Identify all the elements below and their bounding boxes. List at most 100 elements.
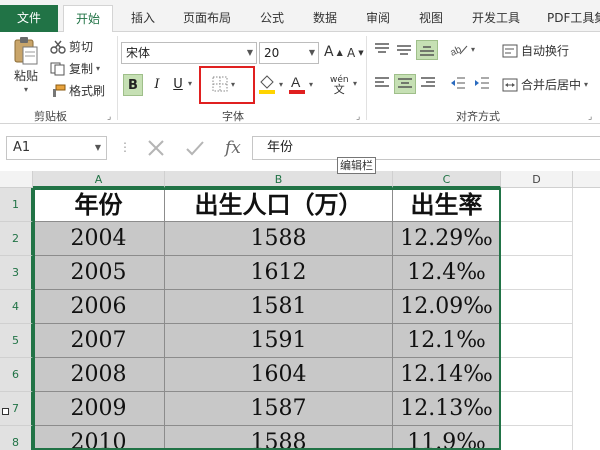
cell-c1[interactable]: 出生率	[393, 188, 501, 222]
fill-color-button[interactable]: ▾	[258, 74, 283, 94]
column-header-e[interactable]	[573, 171, 600, 188]
paste-button[interactable]: 粘贴 ▾	[12, 36, 40, 94]
table-cell[interactable]: 1591	[165, 324, 393, 358]
tab-home[interactable]: 开始	[63, 5, 113, 33]
checkmark-icon[interactable]	[185, 139, 205, 157]
table-cell[interactable]: 1604	[165, 358, 393, 392]
empty-cell[interactable]	[501, 392, 573, 426]
empty-cell[interactable]	[501, 358, 573, 392]
table-cell[interactable]: 12.09‰	[393, 290, 501, 324]
align-right-button[interactable]	[420, 76, 436, 90]
table-cell[interactable]: 12.1‰	[393, 324, 501, 358]
cell-a1[interactable]: 年份	[33, 188, 165, 222]
increase-indent-button[interactable]	[474, 76, 490, 90]
empty-cell[interactable]	[501, 290, 573, 324]
fill-handle[interactable]	[2, 408, 9, 415]
cancel-icon[interactable]	[147, 139, 165, 157]
grow-font-button[interactable]: A ▲	[324, 44, 343, 60]
phonetic-button[interactable]: wén 文	[330, 76, 349, 96]
align-bottom-button[interactable]	[416, 40, 438, 60]
ribbon: 粘贴 ▾ 剪切 复制 ▾ 格式刷 剪贴板 ⌟ 宋体 ▼ 20 ▼ A ▲ A ▼ B…	[0, 32, 600, 124]
align-left-button[interactable]	[374, 76, 390, 90]
tab-formulas[interactable]: 公式	[260, 8, 284, 28]
copy-dropdown-icon[interactable]: ▾	[96, 64, 100, 73]
italic-button[interactable]: I	[147, 74, 167, 96]
empty-cell[interactable]	[501, 222, 573, 256]
cut-button[interactable]: 剪切	[50, 38, 93, 55]
copy-button[interactable]: 复制 ▾	[50, 60, 100, 77]
formula-bar-grip-icon[interactable]: ⋮	[119, 140, 131, 154]
empty-cell[interactable]	[501, 324, 573, 358]
decrease-indent-button[interactable]	[450, 76, 466, 90]
table-cell[interactable]: 1588	[165, 222, 393, 256]
table-cell[interactable]: 1612	[165, 256, 393, 290]
column-header-c[interactable]: C	[393, 171, 501, 188]
tab-file[interactable]: 文件	[0, 5, 58, 32]
font-launcher-icon[interactable]: ⌟	[356, 112, 360, 122]
tab-pdf-tools[interactable]: PDF工具集	[547, 8, 600, 28]
formula-bar-tooltip: 编辑栏	[337, 157, 376, 174]
table-cell[interactable]: 2006	[33, 290, 165, 324]
tab-review[interactable]: 审阅	[366, 8, 390, 28]
row-header-4[interactable]: 4	[0, 290, 33, 324]
align-center-button[interactable]	[394, 74, 416, 94]
table-cell[interactable]: 12.13‰	[393, 392, 501, 426]
row-header-6[interactable]: 6	[0, 358, 33, 392]
align-middle-icon	[396, 42, 412, 56]
format-painter-button[interactable]: 格式刷	[50, 82, 105, 99]
tab-developer[interactable]: 开发工具	[472, 8, 520, 28]
table-cell[interactable]: 1588	[165, 426, 393, 450]
alignment-launcher-icon[interactable]: ⌟	[588, 112, 592, 122]
font-name-select[interactable]: 宋体 ▼	[121, 42, 257, 64]
table-cell[interactable]: 1581	[165, 290, 393, 324]
name-box[interactable]: A1 ▼	[6, 136, 107, 160]
outdent-icon	[450, 76, 466, 90]
align-middle-button[interactable]	[396, 42, 412, 56]
empty-cell[interactable]	[501, 426, 573, 450]
table-cell[interactable]: 2007	[33, 324, 165, 358]
orientation-button[interactable]: ab ▾	[450, 42, 475, 56]
clipboard-launcher-icon[interactable]: ⌟	[107, 112, 111, 122]
tab-insert[interactable]: 插入	[131, 8, 155, 28]
paste-label: 粘贴	[13, 69, 38, 83]
table-cell[interactable]: 12.14‰	[393, 358, 501, 392]
insert-function-button[interactable]: fx	[225, 138, 241, 158]
row-header-3[interactable]: 3	[0, 256, 33, 290]
table-cell[interactable]: 2010	[33, 426, 165, 450]
wrap-text-button[interactable]: 自动换行	[502, 42, 569, 59]
font-color-button[interactable]: A ▾	[288, 74, 313, 94]
cell-b1[interactable]: 出生人口（万）	[165, 188, 393, 222]
align-top-button[interactable]	[374, 42, 390, 56]
row-header-5[interactable]: 5	[0, 324, 33, 358]
bold-button[interactable]: B	[123, 74, 143, 96]
table-cell[interactable]: 11.9‰	[393, 426, 501, 450]
tab-view[interactable]: 视图	[419, 8, 443, 28]
phonetic-dropdown-icon[interactable]: ▾	[353, 79, 357, 88]
table-cell[interactable]: 12.4‰	[393, 256, 501, 290]
empty-cell[interactable]	[501, 256, 573, 290]
shrink-font-button[interactable]: A ▼	[347, 46, 364, 60]
tab-page-layout[interactable]: 页面布局	[183, 8, 231, 28]
formula-input[interactable]: 年份	[252, 136, 600, 160]
select-all-button[interactable]	[0, 171, 33, 188]
table-cell[interactable]: 1587	[165, 392, 393, 426]
font-size-select[interactable]: 20 ▼	[259, 42, 319, 64]
table-cell[interactable]: 2008	[33, 358, 165, 392]
table-cell[interactable]: 2005	[33, 256, 165, 290]
underline-dropdown-icon[interactable]: ▾	[188, 79, 192, 88]
empty-cell[interactable]	[501, 188, 573, 222]
row-header-1[interactable]: 1	[0, 188, 33, 222]
paste-dropdown-icon[interactable]: ▾	[24, 85, 28, 94]
row-header-8[interactable]: 8	[0, 426, 33, 450]
column-header-a[interactable]: A	[33, 171, 165, 188]
table-cell[interactable]: 2004	[33, 222, 165, 256]
merge-center-button[interactable]: 合并后居中 ▾	[502, 76, 588, 93]
font-color-icon: A	[288, 74, 306, 94]
table-cell[interactable]: 12.29‰	[393, 222, 501, 256]
column-header-d[interactable]: D	[501, 171, 573, 188]
table-cell[interactable]: 2009	[33, 392, 165, 426]
tab-data[interactable]: 数据	[313, 8, 337, 28]
align-bottom-icon	[419, 43, 435, 57]
row-header-2[interactable]: 2	[0, 222, 33, 256]
underline-button[interactable]: U	[168, 74, 188, 96]
